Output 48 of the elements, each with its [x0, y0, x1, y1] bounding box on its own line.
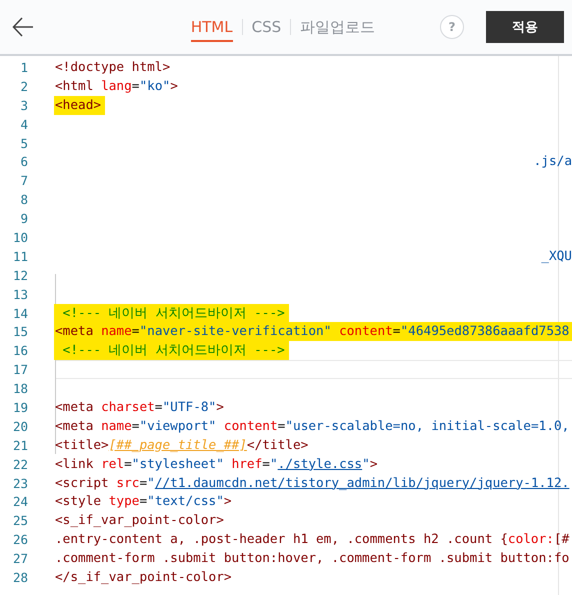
line-number: 3	[19, 98, 28, 113]
code-line: <link rel="stylesheet" href="./style.css">	[54, 456, 378, 474]
line-number: 12	[12, 268, 28, 283]
code-line: .entry-content a, .post-header h1 em, .comments h2 .count {color:[#	[54, 531, 570, 550]
line-number: 21	[12, 438, 28, 453]
code-line: <style type="text/css">	[54, 493, 233, 512]
line-number: 24	[12, 494, 28, 510]
line-number: 19	[12, 400, 28, 415]
line-number: 15	[12, 324, 28, 340]
code-line: .comment-form .submit button:hover, .comment-form .submit button:fo	[54, 550, 570, 568]
line-number: 16	[12, 343, 28, 358]
line-number: 20	[12, 418, 28, 434]
line-number: 25	[12, 513, 28, 528]
line-number: 27	[12, 551, 28, 566]
code-line: <script src="//t1.daumcdn.net/tistory_admin/lib/jquery/jquery-1.12.	[54, 474, 570, 493]
tab[interactable]: HTML	[190, 14, 233, 42]
line-number: 10	[12, 230, 28, 245]
line-number: 22	[12, 456, 28, 472]
code-line: <html lang="ko">	[54, 78, 179, 96]
line-number: 9	[19, 211, 28, 226]
line-number: 26	[12, 532, 28, 548]
line-number: 4	[19, 116, 28, 132]
line-number: 5	[19, 136, 28, 150]
code-fragment: .js/a	[534, 154, 572, 170]
code-fragment: _XQU	[541, 248, 572, 264]
code-line: </s_if_var_point-color>	[54, 569, 233, 587]
line-number: 7	[19, 173, 28, 188]
line-number: 18	[12, 381, 28, 396]
help-button[interactable]: ?	[440, 15, 464, 39]
code-line: <!doctype html>	[54, 58, 172, 77]
apply-button[interactable]: 적용	[486, 11, 564, 43]
line-number: 28	[12, 570, 28, 585]
line-number: 13	[12, 286, 28, 302]
line-number: 2	[19, 78, 28, 94]
line-number: 14	[12, 306, 28, 321]
back-arrow-icon[interactable]	[12, 16, 34, 38]
tab[interactable]: 파일업로드	[300, 14, 376, 42]
code-line: <meta charset="UTF-8">	[54, 398, 225, 417]
line-number: 23	[12, 476, 28, 491]
line-number: 11	[12, 248, 28, 264]
line-number: 17	[12, 362, 28, 378]
code-line: <title>[##_page_title_##]</title>	[54, 436, 310, 455]
line-number: 1	[19, 60, 28, 75]
line-number: 8	[19, 192, 28, 208]
line-number: 6	[19, 154, 28, 170]
code-line: <s_if_var_point-color>	[54, 512, 225, 530]
tab[interactable]: CSS	[252, 14, 282, 42]
code-line: <meta name="viewport" content="user-scalable=no, initial-scale=1.0,	[54, 418, 570, 436]
